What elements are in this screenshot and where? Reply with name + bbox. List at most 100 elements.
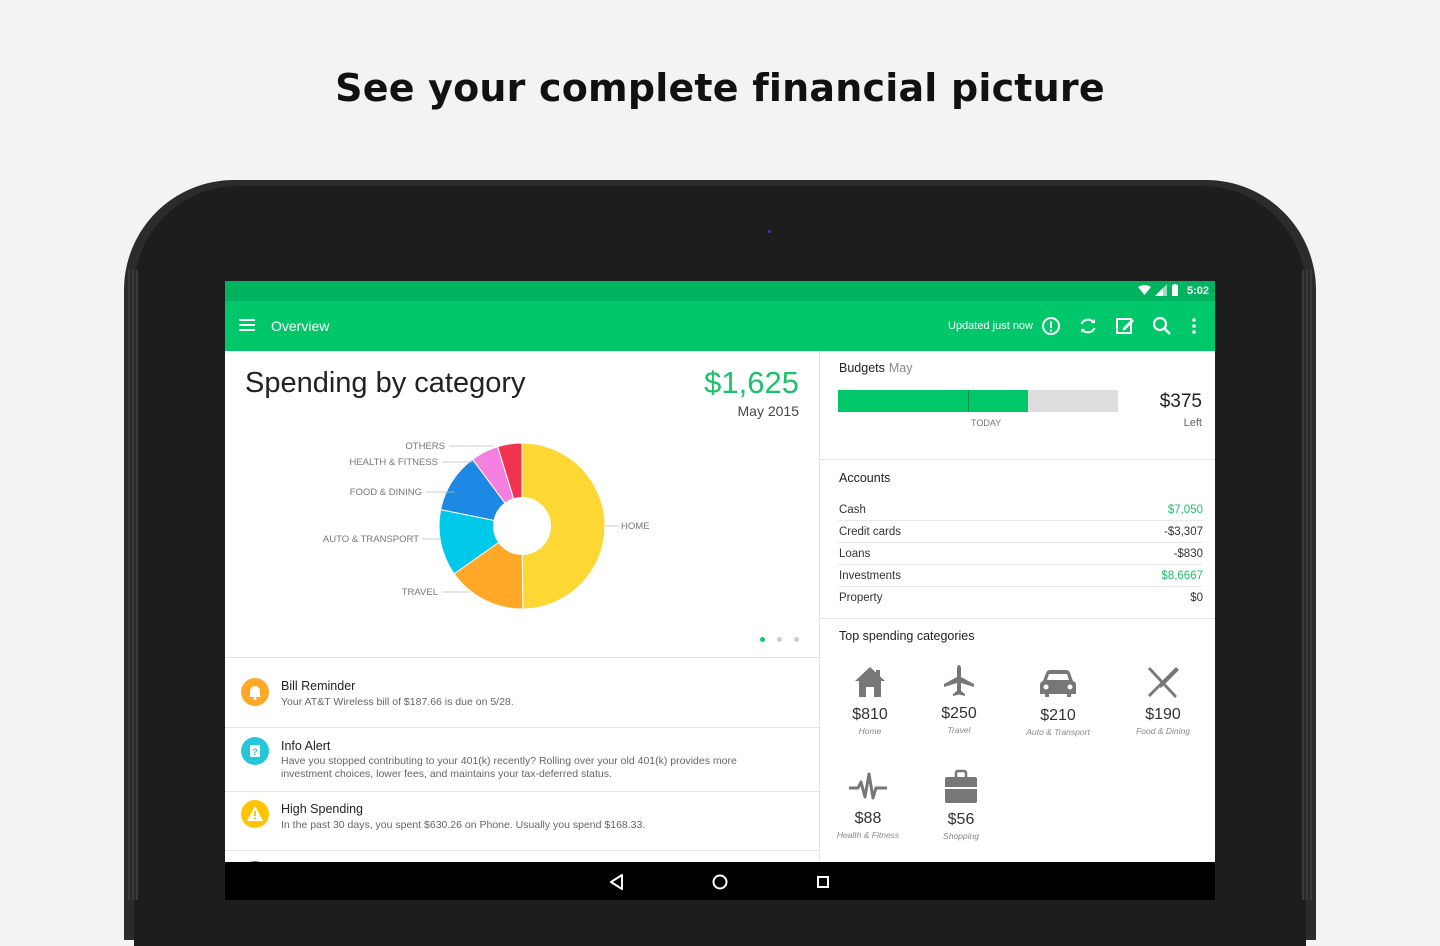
divider [820,459,1215,460]
airplane-icon [944,665,974,696]
alerts-list: Bill Reminder Your AT&T Wireless bill of… [225,657,819,889]
back-icon[interactable] [607,872,627,892]
house-icon [855,667,885,697]
category-amount: $88 [854,810,882,827]
heartbeat-icon [849,772,887,800]
status-time: 5:02 [1186,285,1209,297]
warning-icon [241,800,269,828]
category-travel[interactable]: $250 Travel [911,663,1007,735]
account-value: $8,6667 [1161,570,1203,582]
budgets-title: Budgets [839,361,885,375]
budget-left-label: Left [1183,417,1202,429]
android-nav-bar [225,862,1215,900]
today-label: TODAY [971,418,1002,428]
category-amount: $810 [852,706,888,723]
account-row-credit-cards[interactable]: Credit cards -$3,307 [838,521,1203,543]
alert-circle-icon[interactable] [1040,315,1062,337]
label-others: OTHERS [405,441,445,452]
refresh-icon[interactable] [1077,315,1099,337]
account-row-cash[interactable]: Cash $7,050 [838,499,1203,521]
donut-hole [493,497,551,555]
tablet-screen: 5:02 Overview Updated just now Spending … [225,281,1215,900]
account-value: $0 [1190,592,1203,604]
shopping-bag-icon [945,769,977,803]
page-dot[interactable] [777,637,782,642]
alert-body: Have you stopped contributing to your 40… [281,755,737,780]
fork-knife-icon [1148,667,1179,698]
label-travel: TRAVEL [402,587,438,598]
account-value: -$3,307 [1163,526,1203,538]
accounts-list: Cash $7,050 Credit cards -$3,307 Loans -$83… [838,499,1203,608]
recents-icon[interactable] [813,872,833,892]
category-label: Home [858,726,882,736]
account-name: Cash [839,504,866,516]
account-value: $7,050 [1167,504,1203,516]
category-amount: $250 [941,705,977,722]
alert-item-bill[interactable]: Bill Reminder Your AT&T Wireless bill of… [225,657,819,727]
speaker-grille-right [1302,270,1312,900]
label-health: HEALTH & FITNESS [349,457,438,468]
car-icon [1040,670,1076,697]
category-label: Travel [947,725,971,735]
headline: See your complete financial picture [335,66,1105,110]
budget-amount: $375 [1159,391,1202,412]
budget-progress-fill [838,390,1029,412]
label-home: HOME [621,521,650,532]
signal-icon [1155,284,1167,296]
search-icon[interactable] [1151,315,1173,337]
alert-title: High Spending [281,802,364,816]
status-bar: 5:02 [225,281,1215,301]
app-bar-title: Overview [271,318,330,334]
category-home[interactable]: $810 Home [822,664,918,736]
alert-item-info[interactable]: ? Info Alert Have you stopped contributi… [225,727,819,791]
wifi-icon [1138,285,1151,295]
account-name: Loans [839,548,871,560]
account-row-property[interactable]: Property $0 [838,587,1203,608]
battery-icon [1172,284,1178,296]
left-panel: Spending by category $1,625 May 2015 OTH… [225,351,820,900]
account-row-investments[interactable]: Investments $8,6667 [838,565,1203,587]
divider [820,618,1215,619]
account-name: Credit cards [839,526,901,538]
speaker-grille-left [128,270,138,900]
account-value: -$830 [1173,548,1203,560]
accounts-title: Accounts [839,471,891,485]
more-vert-icon[interactable] [1183,315,1205,337]
category-amount: $190 [1145,706,1181,723]
updated-status: Updated just now [948,320,1033,332]
svg-text:?: ? [252,747,258,757]
app-bar: Overview Updated just now [225,301,1215,351]
alert-body: Your AT&T Wireless bill of $187.66 is du… [281,696,514,708]
edit-icon[interactable] [1114,315,1136,337]
category-label: Shopping [943,831,979,841]
category-food[interactable]: $190 Food & Dining [1115,664,1211,736]
alert-title: Info Alert [281,739,331,753]
budgets-header: Budgets May [839,361,913,375]
category-amount: $210 [1040,707,1076,724]
page-dot-active[interactable] [760,637,765,642]
status-icons [1138,284,1179,296]
page-indicator[interactable] [760,637,799,642]
alert-body: In the past 30 days, you spent $630.26 o… [281,819,646,831]
budget-progress-bar[interactable] [838,390,1118,412]
account-name: Investments [839,570,901,582]
account-name: Property [839,592,883,604]
category-shopping[interactable]: $56 Shopping [913,769,1009,841]
camera-icon [768,230,771,233]
top-spending-title: Top spending categories [839,629,975,643]
category-health[interactable]: $88 Health & Fitness [820,770,916,840]
label-auto: AUTO & TRANSPORT [323,534,419,545]
budgets-month: May [888,361,913,375]
page-dot[interactable] [794,637,799,642]
spending-donut-chart[interactable]: OTHERS HEALTH & FITNESS FOOD & DINING AU… [225,351,819,651]
question-icon: ? [241,737,269,765]
account-row-loans[interactable]: Loans -$830 [838,543,1203,565]
category-label: Health & Fitness [836,830,900,840]
home-icon[interactable] [710,872,730,892]
category-auto[interactable]: $210 Auto & Transport [1010,665,1106,737]
category-label: Food & Dining [1136,726,1190,736]
label-food: FOOD & DINING [350,487,422,498]
alert-item-spending[interactable]: High Spending In the past 30 days, you s… [225,791,819,850]
hamburger-menu-icon[interactable] [239,319,255,331]
right-panel: Budgets May TODAY $375 Left Accounts Cash… [820,351,1215,900]
